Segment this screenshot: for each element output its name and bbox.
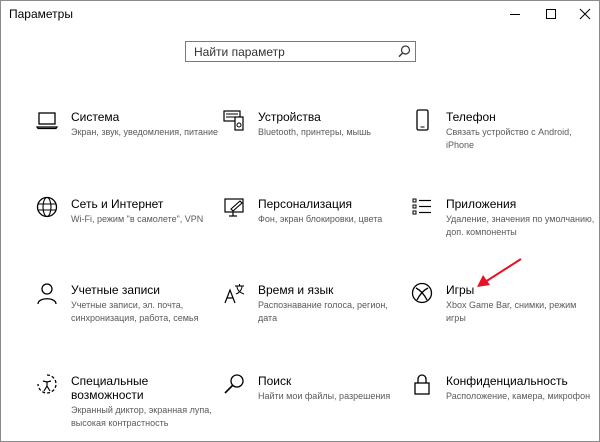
annotation-arrow-icon [477, 258, 522, 287]
category-title-line2: возможности [71, 388, 144, 402]
settings-window: Параметры Найти параметр Система Экран, … [0, 0, 600, 442]
category-phone[interactable]: Телефон Связать устройство с Android, iP… [411, 109, 591, 169]
maximize-icon [546, 9, 556, 19]
category-description: Фон, экран блокировки, цвета [258, 214, 383, 224]
category-description: Экранный диктор, экранная лупа, высокая … [71, 405, 212, 428]
category-title: Конфиденциальность [446, 374, 568, 388]
globe-icon [36, 196, 60, 220]
category-title: Система [71, 110, 120, 124]
category-privacy[interactable]: Конфиденциальность Расположение, камера,… [411, 373, 591, 433]
category-description: Bluetooth, принтеры, мышь [258, 127, 371, 137]
category-system[interactable]: Система Экран, звук, уведомления, питани… [36, 109, 218, 169]
category-title: Поиск [258, 374, 292, 388]
minimize-icon [510, 14, 520, 15]
close-icon [579, 8, 591, 20]
category-description: Xbox Game Bar, снимки, режим игры [446, 300, 577, 323]
category-personalization[interactable]: Персонализация Фон, экран блокировки, цв… [223, 196, 403, 256]
category-description: Wi-Fi, режим "в самолете", VPN [71, 214, 204, 224]
minimize-button[interactable] [497, 1, 533, 27]
title-bar[interactable]: Параметры [1, 1, 599, 27]
search-icon [223, 373, 247, 397]
category-title: Игры [446, 283, 475, 297]
category-gaming[interactable]: Игры Xbox Game Bar, снимки, режим игры [411, 282, 591, 342]
category-accounts[interactable]: Учетные записи Учетные записи, эл. почта… [36, 282, 216, 342]
close-button[interactable] [567, 1, 599, 27]
category-description: Найти мои файлы, разрешения [258, 391, 391, 401]
personalization-icon [223, 196, 247, 220]
category-title: Время и язык [258, 283, 334, 297]
lock-icon [411, 373, 435, 397]
category-network[interactable]: Сеть и Интернет Wi-Fi, режим "в самолете… [36, 196, 216, 256]
category-title: Телефон [446, 110, 496, 124]
phone-icon [411, 109, 435, 133]
time-language-icon [223, 282, 247, 306]
category-title-line1: Специальные [71, 374, 149, 388]
category-description: Расположение, камера, микрофон [446, 391, 591, 401]
category-time-language[interactable]: Время и язык Распознавание голоса, регио… [223, 282, 403, 342]
laptop-icon [36, 109, 60, 133]
category-title: Устройства [258, 110, 321, 124]
devices-icon [223, 109, 247, 133]
search-icon[interactable] [397, 44, 412, 59]
ease-of-access-icon [36, 373, 60, 397]
category-title: Учетные записи [71, 283, 160, 297]
category-search[interactable]: Поиск Найти мои файлы, разрешения [223, 373, 403, 433]
category-title: Персонализация [258, 197, 353, 211]
category-description: Учетные записи, эл. почта, синхронизация… [71, 300, 199, 323]
category-description: Связать устройство с Android, iPhone [446, 127, 572, 150]
search-placeholder: Найти параметр [194, 45, 285, 59]
person-icon [36, 282, 60, 306]
category-description: Экран, звук, уведомления, питание [71, 127, 219, 137]
category-title: Приложения [446, 197, 517, 211]
apps-icon [411, 196, 435, 220]
category-title: Сеть и Интернет [71, 197, 164, 211]
category-description: Удаление, значения по умолчанию, доп. ко… [446, 214, 595, 237]
xbox-icon [411, 282, 435, 306]
category-description: Распознавание голоса, регион, дата [258, 300, 388, 323]
maximize-button[interactable] [533, 1, 569, 27]
category-ease-of-access[interactable]: Специальные возможности Экранный диктор,… [36, 373, 216, 433]
window-title: Параметры [9, 7, 73, 21]
category-apps[interactable]: Приложения Удаление, значения по умолчан… [411, 196, 594, 256]
category-devices[interactable]: Устройства Bluetooth, принтеры, мышь [223, 109, 403, 169]
search-input[interactable]: Найти параметр [185, 41, 416, 62]
